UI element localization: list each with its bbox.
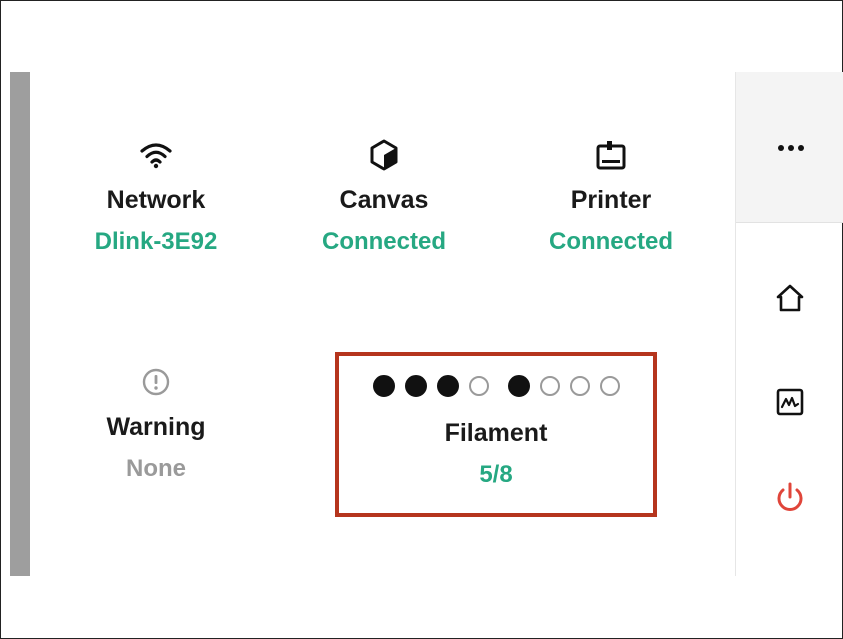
filament-status-tile[interactable]: Filament 5/8	[335, 352, 657, 517]
activity-graph-icon	[776, 388, 804, 416]
canvas-label: Canvas	[339, 186, 429, 214]
filament-slot-indicators	[339, 374, 653, 398]
filament-slot-filled	[372, 375, 395, 397]
more-menu-button[interactable]	[766, 128, 816, 168]
filament-slot-empty	[468, 376, 489, 396]
screen-frame	[0, 0, 843, 639]
power-icon	[777, 482, 803, 511]
warning-status-tile[interactable]: Warning None	[66, 362, 246, 484]
filament-slot-filled	[436, 375, 459, 397]
printer-icon	[521, 135, 701, 175]
canvas-value: Connected	[321, 228, 446, 255]
power-button[interactable]	[768, 476, 812, 520]
warning-label: Warning	[106, 413, 206, 441]
filament-slot-empty	[539, 376, 560, 396]
printer-status-tile[interactable]: Printer Connected	[521, 135, 701, 257]
filament-value: 5/8	[479, 461, 513, 488]
network-value: Dlink-3E92	[94, 228, 218, 255]
filament-slot-empty	[569, 376, 590, 396]
warning-value: None	[126, 455, 186, 482]
filament-slot-empty	[599, 376, 620, 396]
warning-circle-icon	[66, 362, 246, 402]
network-status-tile[interactable]: Network Dlink-3E92	[66, 135, 246, 257]
home-icon	[776, 284, 804, 312]
home-button[interactable]	[768, 276, 812, 320]
network-label: Network	[106, 186, 206, 214]
more-dots-icon	[776, 145, 806, 151]
activity-button[interactable]	[768, 380, 812, 424]
left-scroll-bar[interactable]	[10, 72, 30, 576]
printer-value: Connected	[548, 228, 673, 255]
printer-label: Printer	[570, 186, 652, 214]
filament-slot-filled	[404, 375, 427, 397]
canvas-status-tile[interactable]: Canvas Connected	[294, 135, 474, 257]
filament-slot-filled	[507, 375, 530, 397]
canvas-cube-icon	[294, 135, 474, 175]
filament-label: Filament	[444, 419, 548, 447]
wifi-icon	[66, 135, 246, 175]
